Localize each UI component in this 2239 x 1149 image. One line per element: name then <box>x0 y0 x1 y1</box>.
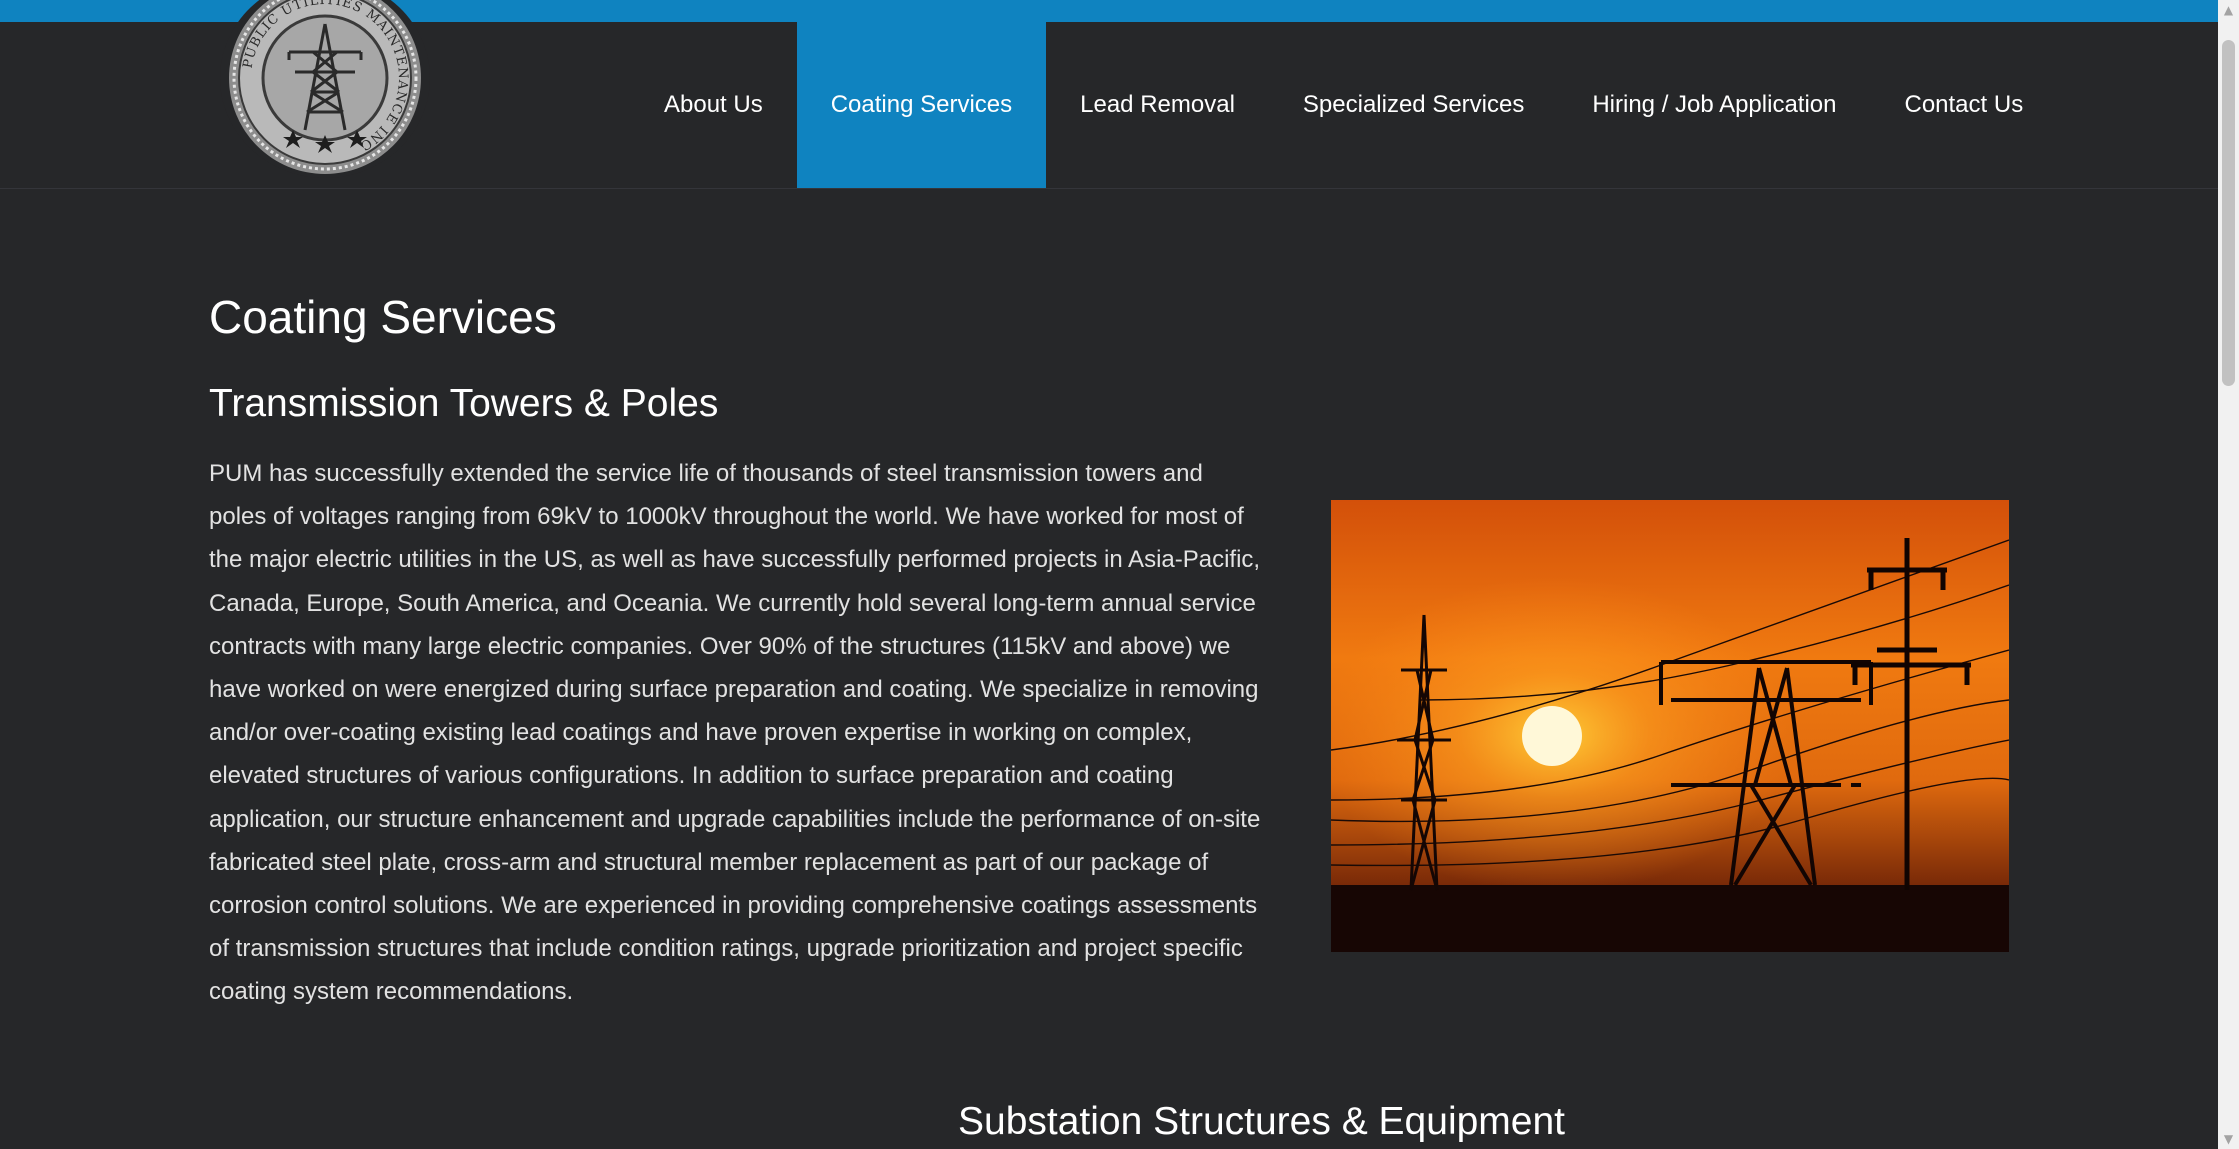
page-title: Coating Services <box>209 291 557 343</box>
scroll-down-arrow-icon[interactable]: ▼ <box>2218 1129 2239 1149</box>
nav-lead-removal[interactable]: Lead Removal <box>1046 22 1269 188</box>
section-body-transmission: PUM has successfully extended the servic… <box>209 460 1261 1006</box>
main-navigation: About Us Coating Services Lead Removal S… <box>630 22 2057 188</box>
section-title-substation: Substation Structures & Equipment <box>958 1100 1565 1143</box>
scrollbar-thumb[interactable] <box>2222 40 2235 386</box>
scroll-up-arrow-icon[interactable]: ▲ <box>2218 0 2239 20</box>
nav-about-us[interactable]: About Us <box>630 22 797 188</box>
nav-coating-services[interactable]: Coating Services <box>796 22 1047 188</box>
nav-hiring-job-application[interactable]: Hiring / Job Application <box>1558 22 1870 188</box>
transmission-tower-seal-icon: PUBLIC UTILITIES MAINTENANCE INC <box>229 0 421 174</box>
nav-specialized-services[interactable]: Specialized Services <box>1269 22 1558 188</box>
nav-contact-us[interactable]: Contact Us <box>1870 22 2057 188</box>
vertical-scrollbar[interactable]: ▲ ▼ <box>2218 0 2239 1149</box>
section-title-transmission: Transmission Towers & Poles <box>209 382 719 425</box>
company-logo[interactable]: PUBLIC UTILITIES MAINTENANCE INC <box>220 0 430 178</box>
page: PUBLIC UTILITIES MAINTENANCE INC About U… <box>0 0 2239 1149</box>
power-lines-sunset-image <box>1331 500 2009 952</box>
sunset-power-lines-photo <box>1331 500 2009 952</box>
